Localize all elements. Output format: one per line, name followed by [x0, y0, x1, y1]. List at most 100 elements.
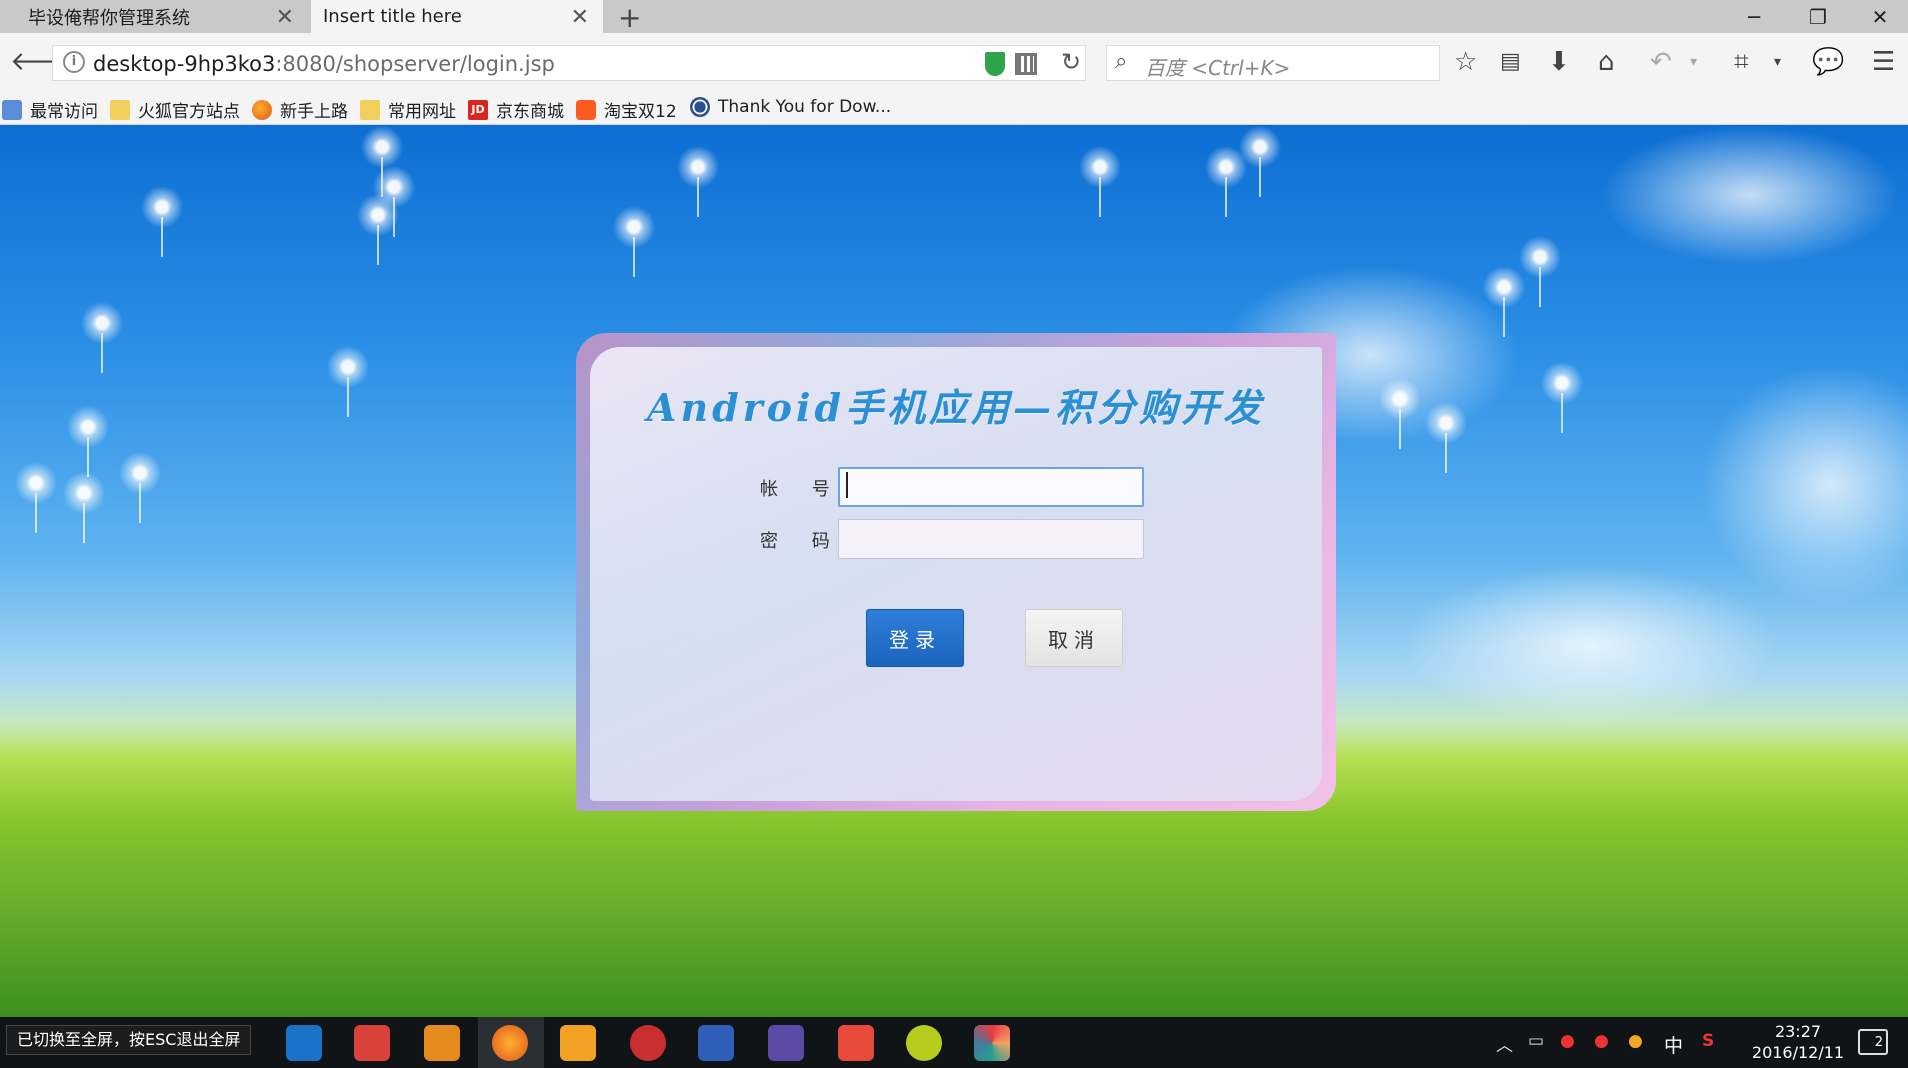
bookmarks-toolbar: 最常访问 火狐官方站点 新手上路 常用网址 JD 京东商城 淘宝双12 Thank… [0, 93, 1908, 125]
bookmark-taobao[interactable]: 淘宝双12 [576, 97, 677, 122]
app-green-icon[interactable] [906, 1025, 942, 1061]
address-bar[interactable]: i desktop-9hp3ko3:8080/shopserver/login.… [52, 45, 1086, 81]
bookmark-star-icon[interactable]: ☆ [1454, 47, 1477, 77]
bookmark-label: 淘宝双12 [604, 102, 677, 122]
dandelion-seed-icon [1540, 361, 1584, 433]
dandelion-seed-icon [1378, 377, 1422, 449]
cloud-decoration [1400, 565, 1780, 725]
login-panel-frame: Android手机应用—积分购开发 帐 号: 密 码: 登录 取消 [576, 333, 1336, 811]
dandelion-seed-icon [66, 405, 110, 477]
bookmark-label: 常用网址 [388, 102, 456, 122]
app-red-icon[interactable] [354, 1025, 390, 1061]
bookmark-firefox-official[interactable]: 火狐官方站点 [110, 97, 240, 122]
screenshot-crop-icon[interactable]: ⌗ [1734, 47, 1749, 77]
site-info-icon[interactable]: i [63, 51, 85, 73]
restore-icon[interactable]: ❐ [1790, 0, 1846, 33]
folder-icon [110, 99, 130, 120]
dandelion-seed-icon [140, 185, 184, 257]
dandelion-seed-icon [356, 193, 400, 265]
firefox-icon [252, 99, 272, 120]
bookmark-common-sites[interactable]: 常用网址 [360, 97, 456, 122]
tray-qq-icon[interactable]: ● [1594, 1031, 1609, 1051]
app-blue-icon[interactable] [698, 1025, 734, 1061]
clock-time: 23:27 [1774, 1022, 1822, 1041]
home-icon[interactable]: ⌂ [1598, 47, 1615, 77]
tray-qq-icon[interactable]: ● [1560, 1031, 1575, 1051]
dandelion-seed-icon [1078, 145, 1122, 217]
qq-penguin-icon[interactable] [630, 1025, 666, 1061]
window-close-icon[interactable]: ✕ [1852, 0, 1908, 33]
close-icon[interactable]: ✕ [571, 5, 589, 30]
bookmark-thank-you[interactable]: Thank You for Dow... [690, 97, 891, 117]
menu-hamburger-icon[interactable]: ☰ [1872, 47, 1895, 77]
jd-icon: JD [468, 99, 488, 120]
minimize-icon[interactable]: ─ [1726, 0, 1782, 33]
undo-icon[interactable]: ↶ [1650, 47, 1672, 77]
account-input[interactable] [838, 467, 1144, 507]
tray-app-icon[interactable]: ● [1628, 1031, 1643, 1051]
reload-icon[interactable]: ↻ [1061, 48, 1081, 76]
page-background: Android手机应用—积分购开发 帐 号: 密 码: 登录 取消 [0, 125, 1908, 1017]
dandelion-seed-icon [80, 301, 124, 373]
tray-network-icon[interactable]: ▭ [1528, 1031, 1544, 1051]
bookmark-jd[interactable]: JD 京东商城 [468, 97, 564, 122]
search-box[interactable]: ⌕ 百度 <Ctrl+K> [1106, 45, 1440, 81]
tray-sogou-icon[interactable]: S [1702, 1031, 1714, 1051]
url-path: :8080/shopserver/login.jsp [275, 52, 555, 76]
bookmark-label: 最常访问 [30, 102, 98, 122]
tray-chevron-up-icon[interactable]: ︿ [1496, 1031, 1513, 1056]
cancel-button[interactable]: 取消 [1025, 609, 1123, 667]
qr-code-icon[interactable] [1015, 53, 1037, 75]
navigation-bar: 🡐 i desktop-9hp3ko3:8080/shopserver/logi… [0, 33, 1908, 93]
bookmark-label: 京东商城 [496, 102, 564, 122]
url-text[interactable]: desktop-9hp3ko3:8080/shopserver/login.js… [93, 52, 555, 76]
bookmark-label: Thank You for Dow... [718, 97, 892, 117]
app-dolphin-icon[interactable] [768, 1025, 804, 1061]
tab-label: 毕设俺帮你管理系统 [28, 7, 190, 29]
search-placeholder: 百度 <Ctrl+K> [1145, 56, 1291, 80]
url-host: desktop-9hp3ko3 [93, 52, 276, 76]
app-orange-book-icon[interactable] [424, 1025, 460, 1061]
tab-management-system[interactable]: 毕设俺帮你管理系统 ✕ [0, 0, 308, 33]
download-icon[interactable]: ⬇ [1548, 47, 1570, 77]
app-pinwheel-icon[interactable] [974, 1025, 1010, 1061]
bookmark-getting-started[interactable]: 新手上路 [252, 97, 348, 122]
dandelion-seed-icon [676, 145, 720, 217]
shield-icon[interactable] [985, 52, 1005, 76]
clock-date: 2016/12/11 [1751, 1043, 1845, 1062]
fullscreen-toast: 已切换至全屏，按ESC退出全屏 [6, 1025, 252, 1055]
dandelion-seed-icon [118, 451, 162, 523]
action-center-icon[interactable]: 2 [1858, 1029, 1888, 1055]
dandelion-seed-icon [612, 205, 656, 277]
tab-strip: 毕设俺帮你管理系统 ✕ Insert title here ✕ + ─ ❐ ✕ [0, 0, 1908, 34]
dandelion-seed-icon [1238, 125, 1282, 197]
dandelion-seed-icon [326, 345, 370, 417]
cloud-decoration [1600, 125, 1900, 265]
undo-dropdown-icon[interactable]: ▾ [1690, 47, 1697, 77]
globe-icon [690, 97, 710, 117]
bookmark-label: 新手上路 [280, 102, 348, 122]
login-button[interactable]: 登录 [866, 609, 964, 667]
cloud-decoration [1700, 365, 1908, 605]
dandelion-seed-icon [14, 461, 58, 533]
bookmark-blue-icon [2, 99, 22, 120]
tray-ime-indicator[interactable]: 中 [1664, 1031, 1683, 1058]
chat-bubble-icon[interactable]: 💬 [1812, 47, 1844, 77]
firefox-taskbar-icon[interactable] [492, 1025, 528, 1061]
tab-insert-title[interactable]: Insert title here ✕ [311, 0, 603, 33]
login-panel: Android手机应用—积分购开发 帐 号: 密 码: 登录 取消 [590, 347, 1322, 801]
dandelion-seed-icon [62, 471, 106, 543]
reading-list-icon[interactable]: ▤ [1500, 47, 1521, 77]
bookmark-label: 火狐官方站点 [138, 102, 240, 122]
dandelion-seed-icon [1424, 401, 1468, 473]
password-input[interactable] [838, 519, 1144, 559]
new-tab-plus-icon[interactable]: + [618, 1, 641, 34]
close-icon[interactable]: ✕ [276, 5, 294, 30]
edge-browser-icon[interactable] [286, 1025, 322, 1061]
text-caret [846, 472, 848, 498]
app-red-box-icon[interactable] [838, 1025, 874, 1061]
system-clock[interactable]: 23:27 2016/12/11 [1738, 1021, 1858, 1063]
bookmark-most-visited[interactable]: 最常访问 [2, 97, 98, 122]
app-music-icon[interactable] [560, 1025, 596, 1061]
crop-dropdown-icon[interactable]: ▾ [1774, 47, 1781, 77]
